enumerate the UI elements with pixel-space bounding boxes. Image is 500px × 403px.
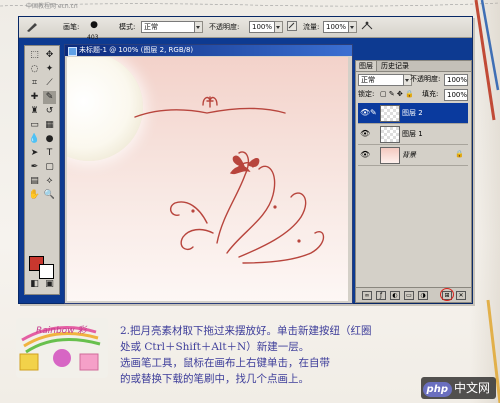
- caption-line-2: 处或 Ctrl＋Shift＋Alt＋N）新建一层。: [120, 341, 310, 353]
- document-window: 未标题-1 @ 100% (图层 2, RGB/8): [64, 44, 353, 304]
- hand-icon[interactable]: ✋: [28, 189, 41, 202]
- slice-icon[interactable]: ⟋: [43, 77, 56, 90]
- dodge-icon[interactable]: ●: [43, 133, 56, 146]
- airbrush-toggle-icon[interactable]: [361, 21, 373, 33]
- annotation-circle: [440, 288, 454, 301]
- fill-label: 填充:: [422, 90, 439, 98]
- brush-link-icon: ✎: [370, 108, 377, 117]
- layer-row-1[interactable]: 👁 图层 1: [358, 124, 468, 145]
- blend-mode-select[interactable]: 正常: [358, 74, 412, 86]
- layer-opacity-label: 不透明度:: [410, 75, 441, 83]
- lasso-icon[interactable]: ◌: [28, 63, 41, 76]
- brush-icon[interactable]: ✎: [43, 91, 56, 104]
- quick-mask-icon[interactable]: ◧: [28, 278, 41, 291]
- fill-value: 100%: [444, 89, 468, 101]
- layers-panel: 图层 历史记录 正常 不透明度: 100% 锁定: ▢ ✎ ✥ 🔒 填充: 10…: [355, 60, 472, 303]
- history-brush-icon[interactable]: ↺: [43, 105, 56, 118]
- mask-icon[interactable]: ◐: [390, 291, 400, 300]
- canvas[interactable]: [67, 57, 348, 301]
- layers-panel-footer: ∞ ƒ ◐ ▭ ◑ ⊞ ✕: [356, 287, 471, 302]
- brush-tool-icon[interactable]: [25, 21, 39, 33]
- mode-select[interactable]: 正常: [141, 21, 203, 33]
- watermark-text: 中文网: [453, 381, 490, 395]
- photoshop-window: 画笔: ● 403 模式: 正常 不透明度: 100% 流量: 100% ⬚ ✥…: [18, 16, 473, 304]
- lock-label: 锁定:: [358, 90, 375, 98]
- screen-mode-icon[interactable]: ▣: [43, 278, 56, 291]
- tab-history[interactable]: 历史记录: [378, 61, 412, 71]
- crop-icon[interactable]: ⌗: [28, 77, 41, 90]
- background-color-swatch[interactable]: [39, 264, 54, 279]
- document-title-bar[interactable]: 未标题-1 @ 100% (图层 2, RGB/8): [65, 45, 352, 56]
- clone-stamp-icon[interactable]: ♜: [28, 105, 41, 118]
- trash-icon[interactable]: ✕: [456, 291, 466, 300]
- brush-preset-picker[interactable]: ● 403: [87, 19, 101, 41]
- layer-name: 背景: [402, 151, 416, 159]
- layer-thumbnail: [380, 147, 400, 164]
- logo-text: Rainbow 彩: [36, 325, 88, 336]
- link-icon[interactable]: ∞: [362, 291, 372, 300]
- options-bar: 画笔: ● 403 模式: 正常 不透明度: 100% 流量: 100%: [19, 17, 472, 41]
- flow-field[interactable]: 100%: [323, 21, 358, 33]
- blend-mode-value: 正常: [358, 74, 404, 86]
- rainbow-logo: Rainbow 彩: [16, 318, 108, 378]
- layer-thumbnail: [380, 126, 400, 143]
- pen-icon[interactable]: ✒: [28, 161, 41, 174]
- layer-name: 图层 2: [402, 109, 423, 117]
- lock-icons[interactable]: ▢ ✎ ✥ 🔒: [380, 89, 414, 100]
- blur-icon[interactable]: 💧: [28, 133, 41, 146]
- chevron-down-icon: [195, 21, 203, 33]
- eyedropper-icon[interactable]: ⟡: [43, 175, 56, 188]
- layer-opacity-value: 100%: [444, 74, 468, 86]
- layers-panel-tabs: 图层 历史记录: [356, 61, 471, 72]
- tutorial-page: 中国教程网 ecn.cn 画笔: ● 403 模式: 正常 不透明度: 100%: [0, 0, 500, 403]
- path-selection-icon[interactable]: ➤: [28, 147, 41, 160]
- top-strip-text: 中国教程网 ecn.cn: [26, 2, 78, 10]
- zoom-icon[interactable]: 🔍: [43, 189, 56, 202]
- tab-layers[interactable]: 图层: [356, 61, 377, 71]
- eraser-icon[interactable]: ▭: [28, 119, 41, 132]
- brush-label: 画笔:: [63, 23, 80, 31]
- document-title: 未标题-1 @ 100% (图层 2, RGB/8): [79, 46, 194, 54]
- site-watermark: php 中文网: [420, 377, 496, 399]
- magic-wand-icon[interactable]: ✦: [43, 63, 56, 76]
- marquee-icon[interactable]: ⬚: [28, 49, 41, 62]
- mode-value: 正常: [141, 21, 195, 33]
- layer-style-icon[interactable]: ƒ: [376, 291, 386, 300]
- layer-opacity-field[interactable]: 100%: [444, 74, 468, 86]
- layer-name: 图层 1: [402, 130, 423, 138]
- decorative-line: 中国教程网 ecn.cn: [0, 2, 500, 10]
- fill-field[interactable]: 100%: [444, 89, 468, 101]
- ornament-swash: [134, 96, 325, 264]
- layer-row-background[interactable]: 👁 背景 🔒: [358, 145, 468, 166]
- toolbox: ⬚ ✥ ◌ ✦ ⌗ ⟋ ✚ ✎ ♜ ↺ ▭ ▦ 💧 ● ➤ T ✒ ▢ ▤ ⟡ …: [24, 45, 60, 295]
- adjustment-layer-icon[interactable]: ◑: [418, 291, 428, 300]
- airbrush-icon[interactable]: [287, 21, 297, 33]
- flow-value: 100%: [323, 21, 350, 33]
- shape-icon[interactable]: ▢: [43, 161, 56, 174]
- lock-icon: 🔒: [455, 150, 464, 158]
- layer-row-2[interactable]: 👁 ✎ 图层 2: [358, 103, 468, 124]
- mode-label: 模式:: [119, 23, 136, 31]
- opacity-label: 不透明度:: [209, 23, 240, 31]
- chevron-down-icon: [349, 21, 358, 33]
- flow-label: 流量:: [303, 23, 320, 31]
- brush-size: 403: [87, 34, 99, 41]
- folder-icon[interactable]: ▭: [404, 291, 414, 300]
- eye-icon[interactable]: 👁: [360, 129, 370, 138]
- eye-icon[interactable]: 👁: [360, 150, 370, 159]
- watermark-badge: php: [422, 382, 452, 397]
- caption-line-1: 2.把月亮素材取下拖过来摆放好。单击新建按纽（红圈: [120, 325, 372, 337]
- gradient-icon[interactable]: ▦: [43, 119, 56, 132]
- chevron-down-icon: [275, 21, 284, 33]
- healing-brush-icon[interactable]: ✚: [28, 91, 41, 104]
- opacity-value: 100%: [249, 21, 276, 33]
- opacity-field[interactable]: 100%: [249, 21, 284, 33]
- document-icon: [68, 47, 77, 56]
- caption-line-3: 选画笔工具，鼠标在画布上右键单击，在自带: [120, 357, 330, 369]
- eye-icon[interactable]: 👁: [360, 108, 370, 117]
- type-icon[interactable]: T: [43, 147, 56, 160]
- notes-icon[interactable]: ▤: [28, 175, 41, 188]
- move-icon[interactable]: ✥: [43, 49, 56, 62]
- layer-thumbnail: [380, 105, 400, 122]
